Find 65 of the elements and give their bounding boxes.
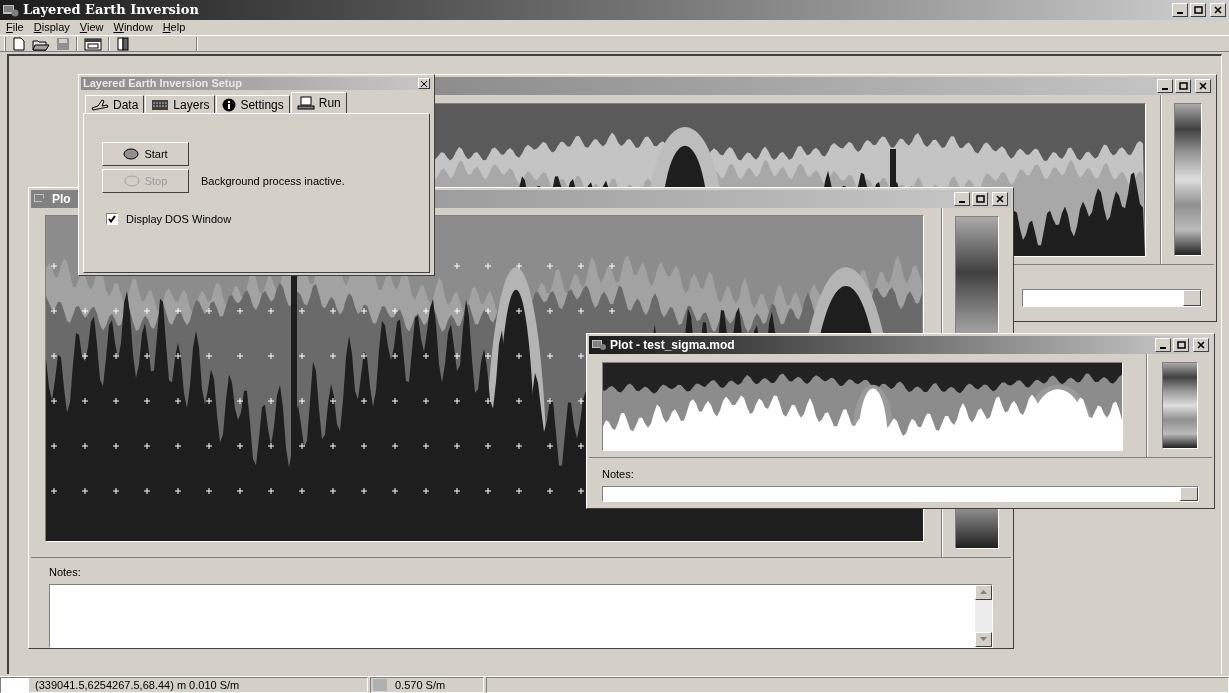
close-icon xyxy=(1197,341,1205,349)
maximize-button[interactable] xyxy=(1175,79,1191,93)
start-button[interactable]: Start xyxy=(102,142,189,166)
tab[interactable]: Data xyxy=(85,95,145,113)
status-text: (339041.5,6254267.5,68.44) m 0.010 S/m xyxy=(35,677,240,693)
status-text: 0.570 S/m xyxy=(395,677,446,693)
window-title: Plo xyxy=(52,191,71,208)
dialog-title: Layered Earth Inversion Setup xyxy=(83,78,242,89)
menu-item[interactable]: Display xyxy=(33,22,70,33)
panels-icon[interactable] xyxy=(116,36,130,51)
color-swatch xyxy=(373,679,387,691)
notes-label: Notes: xyxy=(602,467,635,482)
up-arrow-icon xyxy=(980,590,987,594)
checkbox[interactable] xyxy=(106,213,118,226)
menu-item[interactable]: File xyxy=(6,22,24,33)
down-arrow-icon xyxy=(980,637,987,641)
grid-window-icon xyxy=(592,339,606,351)
check-icon xyxy=(108,215,116,224)
close-button[interactable] xyxy=(1210,3,1226,17)
minimize-button[interactable] xyxy=(1155,338,1171,352)
app-title: Layered Earth Inversion xyxy=(23,1,199,20)
close-button[interactable] xyxy=(1193,338,1209,352)
process-status: Background process inactive. xyxy=(201,173,345,189)
tab[interactable]: Run xyxy=(290,92,347,113)
notes-field[interactable] xyxy=(602,485,1199,502)
close-button[interactable] xyxy=(992,192,1008,206)
close-button[interactable] xyxy=(1195,79,1211,93)
menu-item[interactable]: Help xyxy=(162,22,186,33)
window-icon[interactable] xyxy=(84,36,102,51)
minimize-button[interactable] xyxy=(1157,79,1173,93)
spin-control[interactable] xyxy=(1180,486,1198,501)
close-icon xyxy=(421,80,427,87)
minimize-button[interactable] xyxy=(1172,3,1188,17)
maximize-button[interactable] xyxy=(1173,338,1189,352)
tab[interactable]: Settings xyxy=(216,95,290,113)
notes-label: Notes: xyxy=(49,565,82,580)
maximize-button[interactable] xyxy=(972,192,988,206)
maximize-icon xyxy=(1176,341,1186,349)
computer-icon xyxy=(296,96,315,110)
stop-sign-icon xyxy=(123,175,140,187)
scroll-down-button[interactable] xyxy=(975,631,992,647)
close-icon xyxy=(1214,6,1222,14)
menu-item[interactable]: View xyxy=(79,22,104,33)
new-file-icon[interactable] xyxy=(12,36,26,51)
tab[interactable]: Layers xyxy=(145,95,216,113)
notes-field[interactable] xyxy=(1022,289,1202,307)
restore-button[interactable] xyxy=(1190,3,1206,17)
maximize-icon xyxy=(975,195,985,203)
minimize-button[interactable] xyxy=(954,192,970,206)
scrollbar[interactable] xyxy=(975,584,992,647)
close-icon xyxy=(1199,82,1207,90)
spin-control[interactable] xyxy=(1183,290,1201,306)
close-button[interactable] xyxy=(418,78,430,89)
checkbox-label: Display DOS Window xyxy=(126,212,232,227)
info-icon xyxy=(222,97,237,112)
scroll-up-button[interactable] xyxy=(975,584,992,600)
grid-window-icon xyxy=(3,3,19,17)
go-icon xyxy=(123,148,140,160)
maximize-icon xyxy=(1178,82,1188,90)
menu-item[interactable]: Window xyxy=(113,22,153,33)
window-title: Plot - test_sigma.mod xyxy=(610,337,735,354)
plane-icon xyxy=(91,98,109,111)
restore-icon xyxy=(1193,6,1203,14)
close-icon xyxy=(996,195,1004,203)
layers-icon xyxy=(151,98,170,111)
